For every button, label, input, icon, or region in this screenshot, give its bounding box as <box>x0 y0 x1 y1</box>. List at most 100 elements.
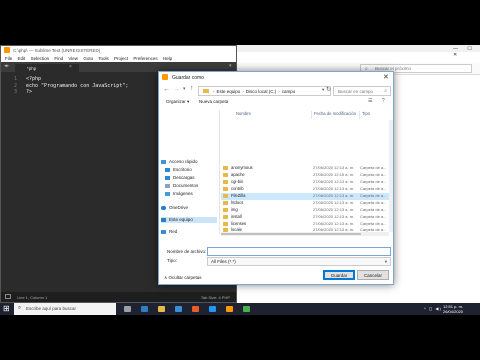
file-name: install <box>231 214 242 219</box>
filename-input[interactable] <box>207 247 391 256</box>
sublime-logo-icon <box>4 47 10 53</box>
system-tray-icons[interactable]: ^ ◻ ◀) <box>424 306 442 311</box>
filetype-select[interactable]: All Files (*.*) ▾ <box>207 257 391 266</box>
taskbar-clock[interactable]: 12:51 p. m. 26/04/2020 <box>443 304 463 314</box>
code-editor[interactable]: <?php echo "Programando con JavaScript";… <box>26 76 128 96</box>
nav-item-onedrive[interactable]: OneDrive <box>161 205 188 211</box>
windows-start-icon[interactable]: ⊞ <box>3 304 10 313</box>
sublime-text-icon[interactable] <box>226 306 233 312</box>
file-type: Carpeta de a... <box>360 214 387 219</box>
scroll-thumb[interactable] <box>221 233 361 235</box>
vertical-scrollbar[interactable] <box>389 120 393 232</box>
refresh-icon[interactable]: ↻ <box>326 86 331 93</box>
file-row[interactable]: install 27/06/2020 12:13 a. m. Carpeta de … <box>221 214 391 221</box>
folder-icon <box>223 222 228 226</box>
documents-icon <box>165 183 170 188</box>
nav-item-escritorio[interactable]: Escritorio <box>165 167 192 173</box>
nav-item-documentos[interactable]: Documentos <box>165 183 198 189</box>
cancelar-button[interactable]: Cancelar <box>357 270 389 280</box>
firefox-icon[interactable] <box>192 306 199 312</box>
breadcrumb-este-equipo[interactable]: Este equipo <box>217 89 241 94</box>
folder-icon <box>223 173 228 177</box>
file-type: Carpeta de a... <box>360 172 387 177</box>
app-icon[interactable] <box>209 306 216 312</box>
menu-view[interactable]: View <box>68 56 78 61</box>
menu-help[interactable]: Help <box>163 56 172 61</box>
dialog-search-input[interactable]: Buscar en campo ⌕ <box>333 86 391 96</box>
address-bar[interactable]: › Este equipo › Disco local (C:) › campo <box>198 86 331 96</box>
folder-icon <box>223 187 228 191</box>
panel-toggle-icon[interactable] <box>5 294 11 299</box>
file-explorer-icon[interactable] <box>158 306 165 312</box>
nav-label: Descargas <box>173 175 195 180</box>
chrome-icon[interactable] <box>243 306 250 312</box>
nav-item-descargas[interactable]: Descargas <box>165 175 195 181</box>
sublime-menu-bar: File Edit Selection Find View Goto Tools… <box>1 54 236 62</box>
forward-arrow-icon[interactable]: → <box>173 86 180 93</box>
nueva-carpeta-button[interactable]: Nueva carpeta <box>199 99 228 104</box>
desktop-screen: — ☐ ✕ ⌕ Buscar el próximo C:\php\ — Subl… <box>0 45 480 315</box>
pane-divider[interactable] <box>219 110 220 234</box>
file-row[interactable]: htdocs 27/06/2020 12:13 a. m. Carpeta de a… <box>221 200 391 207</box>
up-arrow-icon[interactable]: ↑ <box>190 85 194 92</box>
store-icon[interactable] <box>175 306 182 312</box>
task-view-icon[interactable] <box>124 306 131 312</box>
file-name: apache <box>231 172 245 177</box>
file-row[interactable]: apache 27/06/2020 12:15 a. m. Carpeta de a… <box>221 172 391 179</box>
column-header-fecha[interactable]: Fecha de modificación <box>314 111 356 116</box>
column-separator[interactable] <box>359 111 360 119</box>
tab-nav-arrows-icon[interactable]: ◂▸ <box>4 63 9 69</box>
column-header-nombre[interactable]: Nombre <box>236 111 251 116</box>
file-date: 27/06/2020 12:13 a. m. <box>313 179 355 184</box>
network-icon <box>161 229 166 234</box>
horizontal-scrollbar[interactable] <box>221 232 389 236</box>
back-arrow-icon[interactable]: ← <box>163 86 170 93</box>
browser-window-controls[interactable]: — ☐ ✕ <box>453 46 480 58</box>
organizar-button[interactable]: Organizar ▾ <box>166 99 189 105</box>
edge-icon[interactable] <box>141 306 148 312</box>
nav-item-red[interactable]: Red <box>161 229 177 235</box>
close-icon[interactable]: ✕ <box>383 73 389 81</box>
filetype-label: Tipo: <box>167 258 177 263</box>
file-date: 27/06/2020 12:13 a. m. <box>313 193 355 198</box>
ocultar-carpetas-button[interactable]: ∧ Ocultar carpetas <box>164 275 202 281</box>
menu-file[interactable]: File <box>5 56 12 61</box>
nav-item-este-equipo[interactable]: Este equipo <box>161 217 217 223</box>
file-row[interactable]: cgi-bin 27/06/2020 12:13 a. m. Carpeta de … <box>221 179 391 186</box>
filetype-value: All Files (*.*) <box>211 259 236 264</box>
dialog-title-bar: Guardar como <box>159 72 393 83</box>
status-syntax[interactable]: Tab Size: 4 PHP <box>201 295 230 300</box>
file-name: cgi-bin <box>231 179 244 184</box>
nav-item-imagenes[interactable]: Imágenes <box>165 191 193 197</box>
file-type: Carpeta de a... <box>360 193 387 198</box>
file-row[interactable]: img 27/06/2020 12:13 a. m. Carpeta de a... <box>221 207 391 214</box>
breadcrumb-disco-local[interactable]: Disco local (C:) <box>246 89 277 94</box>
dialog-title: Guardar como <box>172 75 204 81</box>
file-row[interactable]: anonymous 27/06/2020 12:13 a. m. Carpeta d… <box>221 165 391 172</box>
menu-tools[interactable]: Tools <box>98 56 109 61</box>
file-name: anonymous <box>231 165 253 170</box>
menu-edit[interactable]: Edit <box>18 56 26 61</box>
file-date: 27/06/2020 12:13 a. m. <box>313 221 355 226</box>
recent-locations-icon[interactable]: ▾ <box>183 86 186 92</box>
sublime-title: C:\php\ — Sublime Text (UNREGISTERED) <box>13 48 101 53</box>
nav-label: Acceso rápido <box>169 159 198 164</box>
column-header-tipo[interactable]: Tipo <box>362 111 370 116</box>
menu-project[interactable]: Project <box>114 56 128 61</box>
sublime-status-bar: Line 1, Column 1 Tab Size: 4 PHP <box>1 292 236 302</box>
taskbar-search-input[interactable]: ⌕ Escribe aquí para buscar <box>14 303 116 315</box>
menu-preferences[interactable]: Preferences <box>133 56 157 61</box>
nav-item-acceso-rapido[interactable]: Acceso rápido <box>161 159 198 165</box>
file-row[interactable]: FileZilla 27/06/2020 12:13 a. m. Carpeta d… <box>221 193 391 200</box>
tab-dropdown-icon[interactable]: ▾ <box>229 63 232 69</box>
view-options-icon[interactable]: ☰ ? <box>368 98 389 104</box>
column-separator[interactable] <box>311 111 312 119</box>
address-dropdown-icon[interactable]: ▾ <box>322 87 324 93</box>
breadcrumb-campo[interactable]: campo <box>282 89 296 94</box>
file-row[interactable]: contrib 27/06/2020 12:13 a. m. Carpeta de … <box>221 186 391 193</box>
menu-selection[interactable]: Selection <box>31 56 50 61</box>
guardar-button[interactable]: Guardar <box>323 270 355 280</box>
menu-goto[interactable]: Goto <box>83 56 93 61</box>
menu-find[interactable]: Find <box>54 56 63 61</box>
tab-close-icon[interactable]: × <box>69 64 72 70</box>
